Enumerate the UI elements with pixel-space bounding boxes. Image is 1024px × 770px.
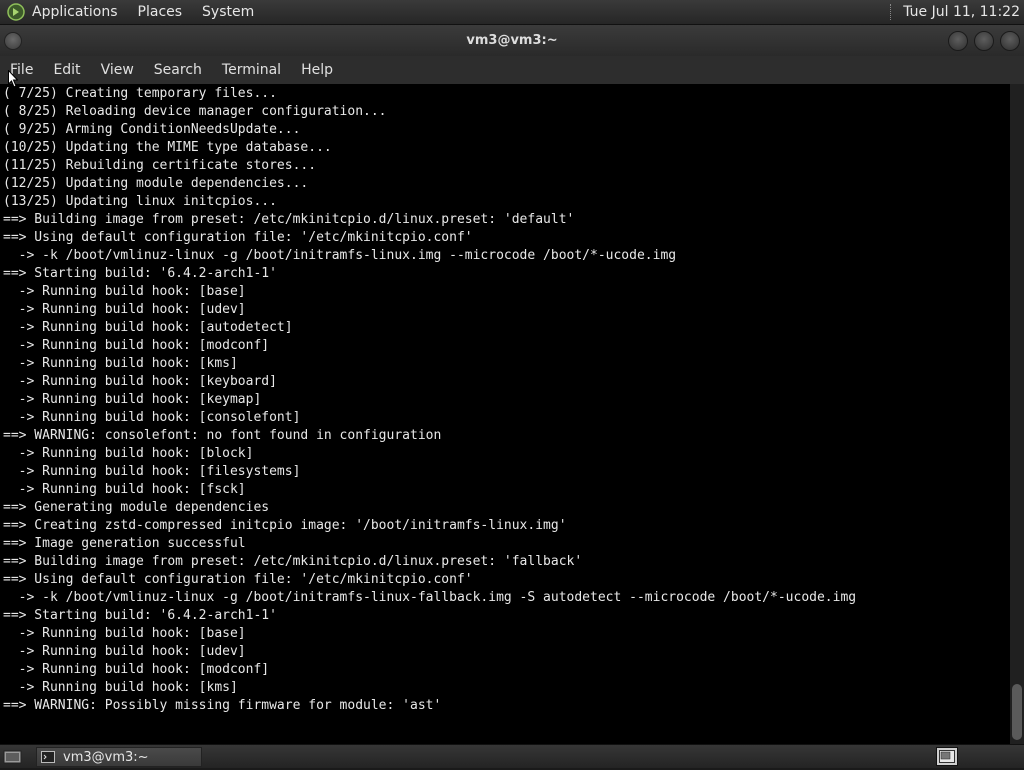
menu-help[interactable]: Help <box>291 62 343 78</box>
show-desktop-icon[interactable] <box>2 748 24 766</box>
terminal-line: ==> WARNING: Possibly missing firmware f… <box>3 698 442 713</box>
terminal-line: ==> Starting build: '6.4.2-arch1-1' <box>3 608 277 623</box>
panel-separator <box>890 4 893 20</box>
mouse-cursor-icon <box>8 70 18 88</box>
terminal-line: (11/25) Rebuilding certificate stores... <box>3 158 317 173</box>
terminal-icon <box>41 751 55 763</box>
menu-view[interactable]: View <box>91 62 144 78</box>
terminal-line: -> -k /boot/vmlinuz-linux -g /boot/initr… <box>3 248 677 263</box>
terminal-scrollbar[interactable] <box>1010 84 1024 744</box>
terminal-line: -> Running build hook: [filesystems] <box>3 464 301 479</box>
terminal-line: ==> Using default configuration file: '/… <box>3 572 473 587</box>
top-panel: Applications Places System Tue Jul 11, 1… <box>0 0 1024 25</box>
terminal-line: ( 7/25) Creating temporary files... <box>3 86 277 101</box>
close-button[interactable] <box>1000 31 1020 51</box>
taskbar-terminal-window[interactable]: vm3@vm3:~ <box>36 747 202 767</box>
terminal-line: -> Running build hook: [udev] <box>3 302 246 317</box>
menu-terminal[interactable]: Terminal <box>212 62 291 78</box>
terminal-line: -> Running build hook: [base] <box>3 284 246 299</box>
menu-edit[interactable]: Edit <box>43 62 90 78</box>
terminal-line: -> Running build hook: [kms] <box>3 680 238 695</box>
menu-file[interactable]: File <box>0 62 43 78</box>
terminal-line: (13/25) Updating linux initcpios... <box>3 194 277 209</box>
terminal-line: -> -k /boot/vmlinuz-linux -g /boot/initr… <box>3 590 857 605</box>
scrollbar-thumb[interactable] <box>1012 684 1022 740</box>
terminal-line: ==> Starting build: '6.4.2-arch1-1' <box>3 266 277 281</box>
terminal-line: ==> Building image from preset: /etc/mki… <box>3 554 583 569</box>
menu-search[interactable]: Search <box>144 62 212 78</box>
terminal-line: ( 8/25) Reloading device manager configu… <box>3 104 387 119</box>
bottom-panel: vm3@vm3:~ <box>0 744 1024 768</box>
terminal-line: -> Running build hook: [modconf] <box>3 662 270 677</box>
terminal-line: -> Running build hook: [consolefont] <box>3 410 301 425</box>
clock[interactable]: Tue Jul 11, 11:22 <box>903 4 1020 20</box>
system-menu[interactable]: System <box>202 4 254 20</box>
window-controls <box>948 31 1020 51</box>
terminal-line: -> Running build hook: [base] <box>3 626 246 641</box>
terminal-line: -> Running build hook: [fsck] <box>3 482 246 497</box>
terminal-line: -> Running build hook: [autodetect] <box>3 320 293 335</box>
terminal-line: ==> Creating zstd-compressed initcpio im… <box>3 518 567 533</box>
places-menu[interactable]: Places <box>138 4 183 20</box>
terminal-line: -> Running build hook: [keyboard] <box>3 374 277 389</box>
terminal-line: -> Running build hook: [kms] <box>3 356 238 371</box>
terminal-line: -> Running build hook: [modconf] <box>3 338 270 353</box>
terminal-line: -> Running build hook: [udev] <box>3 644 246 659</box>
terminal-line: ==> Generating module dependencies <box>3 500 270 515</box>
applications-menu[interactable]: Applications <box>32 4 118 20</box>
mate-logo-icon[interactable] <box>6 2 26 22</box>
taskbar-task-label: vm3@vm3:~ <box>63 749 149 765</box>
window-title: vm3@vm3:~ <box>466 33 558 48</box>
terminal-line: -> Running build hook: [keymap] <box>3 392 262 407</box>
workspace-switcher-icon[interactable] <box>936 747 958 766</box>
terminal-line: ==> Building image from preset: /etc/mki… <box>3 212 575 227</box>
terminal-line: ==> Using default configuration file: '/… <box>3 230 473 245</box>
window-titlebar[interactable]: vm3@vm3:~ <box>0 25 1024 56</box>
window-menu-button[interactable] <box>4 32 22 50</box>
terminal-line: (12/25) Updating module dependencies... <box>3 176 309 191</box>
terminal-line: -> Running build hook: [block] <box>3 446 254 461</box>
terminal-line: ( 9/25) Arming ConditionNeedsUpdate... <box>3 122 301 137</box>
terminal-output[interactable]: ( 7/25) Creating temporary files... ( 8/… <box>0 84 1010 744</box>
terminal-menubar: File Edit View Search Terminal Help <box>0 56 1024 84</box>
terminal-line: ==> Image generation successful <box>3 536 246 551</box>
maximize-button[interactable] <box>974 31 994 51</box>
terminal-line: ==> WARNING: consolefont: no font found … <box>3 428 442 443</box>
minimize-button[interactable] <box>948 31 968 51</box>
terminal-line: (10/25) Updating the MIME type database.… <box>3 140 332 155</box>
